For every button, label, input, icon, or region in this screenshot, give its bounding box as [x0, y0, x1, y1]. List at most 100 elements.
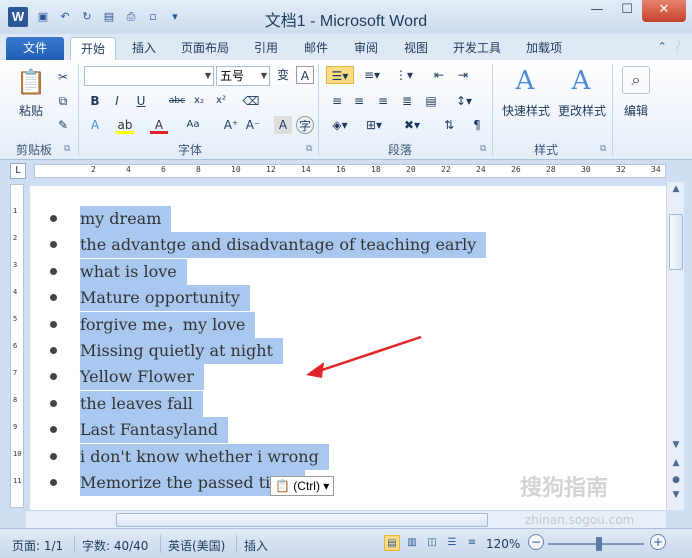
paste-icon[interactable]: 📋: [16, 68, 46, 98]
font-color-icon[interactable]: A: [150, 116, 168, 134]
char-shading-icon[interactable]: A: [274, 116, 292, 134]
distributed-icon[interactable]: ▤: [422, 92, 440, 110]
list-item-text[interactable]: Yellow Flower: [80, 364, 204, 391]
underline-button[interactable]: U: [132, 92, 150, 110]
align-center-icon[interactable]: ≡: [350, 92, 368, 110]
strikethrough-button[interactable]: abc: [166, 92, 188, 110]
increase-indent-icon[interactable]: ⇥: [454, 66, 472, 84]
zoom-slider-knob[interactable]: [596, 537, 602, 551]
grow-font-icon[interactable]: A⁺: [222, 116, 240, 134]
clear-format-icon[interactable]: ⌫: [242, 92, 260, 110]
minimize-button[interactable]: —: [582, 0, 612, 22]
outline-icon[interactable]: ☰: [444, 535, 460, 551]
bullet-icon: [50, 426, 57, 434]
show-marks-icon[interactable]: ¶: [468, 116, 486, 134]
change-styles-icon[interactable]: A: [564, 66, 598, 96]
scroll-up-icon[interactable]: ▲: [667, 184, 685, 194]
word-count[interactable]: 字数: 40/40: [82, 537, 148, 554]
insert-mode[interactable]: 插入: [244, 537, 268, 554]
shading-icon[interactable]: ◈▾: [328, 116, 352, 134]
paste-options-button[interactable]: 📋 (Ctrl) ▾: [270, 476, 335, 496]
tab-mailings[interactable]: 邮件: [294, 37, 338, 60]
tab-developer[interactable]: 开发工具: [444, 37, 510, 60]
quick-styles-icon[interactable]: A: [508, 66, 542, 96]
subscript-button[interactable]: x₂: [190, 92, 208, 110]
bold-button[interactable]: B: [86, 92, 104, 110]
multilevel-list-icon[interactable]: ⋮▾: [392, 66, 416, 84]
find-icon[interactable]: ⌕: [622, 66, 650, 94]
tab-page-layout[interactable]: 页面布局: [172, 37, 238, 60]
change-styles-button[interactable]: 更改样式: [554, 102, 610, 119]
bullets-icon[interactable]: ☰▾: [326, 66, 354, 84]
tab-addins[interactable]: 加载项: [516, 37, 572, 60]
list-item-text[interactable]: Last Fantasyland: [80, 417, 229, 444]
scroll-down-icon[interactable]: ▼: [667, 440, 685, 450]
editing-button[interactable]: 编辑: [618, 102, 654, 119]
line-spacing-icon[interactable]: ↕▾: [452, 92, 476, 110]
tab-view[interactable]: 视图: [394, 37, 438, 60]
horizontal-scroll-thumb[interactable]: [116, 513, 488, 527]
list-item-text[interactable]: Missing quietly at night: [80, 338, 283, 364]
superscript-button[interactable]: x²: [212, 92, 230, 110]
copy-icon[interactable]: ⧉: [54, 92, 72, 110]
shrink-font-icon[interactable]: A⁻: [244, 116, 262, 134]
vertical-scrollbar[interactable]: ▲ ▼ ▲ ● ▼: [666, 182, 684, 510]
tab-references[interactable]: 引用: [244, 37, 288, 60]
full-screen-reading-icon[interactable]: ▥: [404, 535, 420, 551]
zoom-in-icon[interactable]: +: [650, 534, 666, 550]
cut-icon[interactable]: ✂: [54, 68, 72, 86]
font-launcher-icon[interactable]: ⧉: [306, 144, 312, 154]
vertical-ruler[interactable]: 1 2 3 4 5 6 7 8 9 10 11: [10, 184, 24, 508]
char-border-icon[interactable]: A: [296, 66, 314, 84]
previous-page-icon[interactable]: ▲: [667, 458, 685, 468]
align-left-icon[interactable]: ≡: [328, 92, 346, 110]
next-page-icon[interactable]: ▼: [667, 490, 685, 500]
list-item-text[interactable]: my dream: [80, 206, 172, 232]
print-layout-icon[interactable]: ▤: [384, 535, 400, 551]
format-painter-icon[interactable]: ✎: [54, 116, 72, 134]
zoom-out-icon[interactable]: −: [528, 534, 544, 550]
align-right-icon[interactable]: ≡: [374, 92, 392, 110]
sort-icon[interactable]: ⇅: [440, 116, 458, 134]
restore-button[interactable]: ☐: [612, 0, 642, 22]
phonetic-icon[interactable]: 变: [274, 66, 292, 84]
decrease-indent-icon[interactable]: ⇤: [430, 66, 448, 84]
browse-object-icon[interactable]: ●: [667, 475, 685, 485]
vertical-scroll-thumb[interactable]: [669, 214, 683, 270]
font-size-combo[interactable]: 五号 ▼: [216, 66, 270, 86]
numbering-icon[interactable]: ≡▾: [360, 66, 384, 84]
list-item-text[interactable]: the leaves fall: [80, 390, 203, 417]
font-name-combo[interactable]: ▼: [84, 66, 214, 86]
list-item-text[interactable]: Mature opportunity: [80, 285, 250, 312]
highlight-icon[interactable]: ab: [116, 116, 134, 134]
tab-home[interactable]: 开始: [70, 37, 116, 60]
draft-icon[interactable]: ≡: [464, 535, 480, 551]
text-effects-icon[interactable]: A: [86, 116, 104, 134]
tab-review[interactable]: 审阅: [344, 37, 388, 60]
tab-file[interactable]: 文件: [6, 37, 64, 60]
italic-button[interactable]: I: [108, 92, 126, 110]
list-item-text[interactable]: what is love: [80, 258, 187, 285]
list-item-text[interactable]: forgive me，my love: [80, 311, 256, 338]
help-icon[interactable]: ⌃ ❔: [658, 40, 684, 53]
enclose-char-icon[interactable]: 字: [296, 116, 314, 134]
horizontal-ruler[interactable]: 2 4 6 8 10 12 14 16 18 20 22 24 26 28 30 32 34: [34, 164, 666, 178]
language-indicator[interactable]: 英语(美国): [168, 537, 225, 554]
change-case-icon[interactable]: Aa: [184, 116, 202, 134]
paragraph-launcher-icon[interactable]: ⧉: [480, 144, 486, 154]
paste-button[interactable]: 粘贴: [14, 102, 48, 119]
web-layout-icon[interactable]: ◫: [424, 535, 440, 551]
quick-styles-button[interactable]: 快速样式: [498, 102, 554, 119]
list-item-text[interactable]: i don't know whether i wrong: [80, 443, 329, 470]
list-item-text[interactable]: the advantge and disadvantage of teachin…: [80, 232, 487, 259]
page-count[interactable]: 页面: 1/1: [12, 537, 63, 554]
close-button[interactable]: ✕: [642, 0, 686, 22]
justify-icon[interactable]: ≣: [398, 92, 416, 110]
zoom-level[interactable]: 120%: [486, 537, 520, 551]
borders-icon[interactable]: ⊞▾: [362, 116, 386, 134]
chinese-layout-icon[interactable]: ✖▾: [400, 116, 424, 134]
styles-launcher-icon[interactable]: ⧉: [600, 144, 606, 154]
tab-insert[interactable]: 插入: [122, 37, 166, 60]
tab-selector[interactable]: L: [10, 163, 26, 179]
clipboard-launcher-icon[interactable]: ⧉: [64, 144, 70, 154]
